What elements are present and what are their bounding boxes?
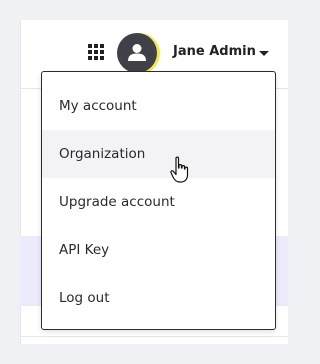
avatar[interactable] [117, 33, 157, 73]
apps-grid-icon[interactable] [88, 44, 104, 60]
menu-item-my-account[interactable]: My account [42, 82, 275, 130]
menu-item-log-out[interactable]: Log out [42, 274, 275, 322]
menu-item-label: Log out [59, 290, 110, 306]
background-divider-bottom [20, 336, 288, 337]
hand-pointer-icon [170, 156, 189, 183]
menu-item-label: Upgrade account [59, 194, 175, 210]
user-name[interactable]: Jane Admin [173, 44, 256, 59]
user-icon [128, 44, 146, 61]
chevron-down-icon[interactable] [259, 51, 269, 56]
menu-item-api-key[interactable]: API Key [42, 226, 275, 274]
account-dropdown-menu: My account Organization Upgrade account … [41, 71, 276, 330]
menu-item-label: My account [59, 98, 137, 114]
menu-item-organization[interactable]: Organization [42, 130, 275, 178]
menu-item-label: Organization [59, 146, 146, 162]
menu-item-label: API Key [59, 242, 110, 258]
menu-item-upgrade-account[interactable]: Upgrade account [42, 178, 275, 226]
